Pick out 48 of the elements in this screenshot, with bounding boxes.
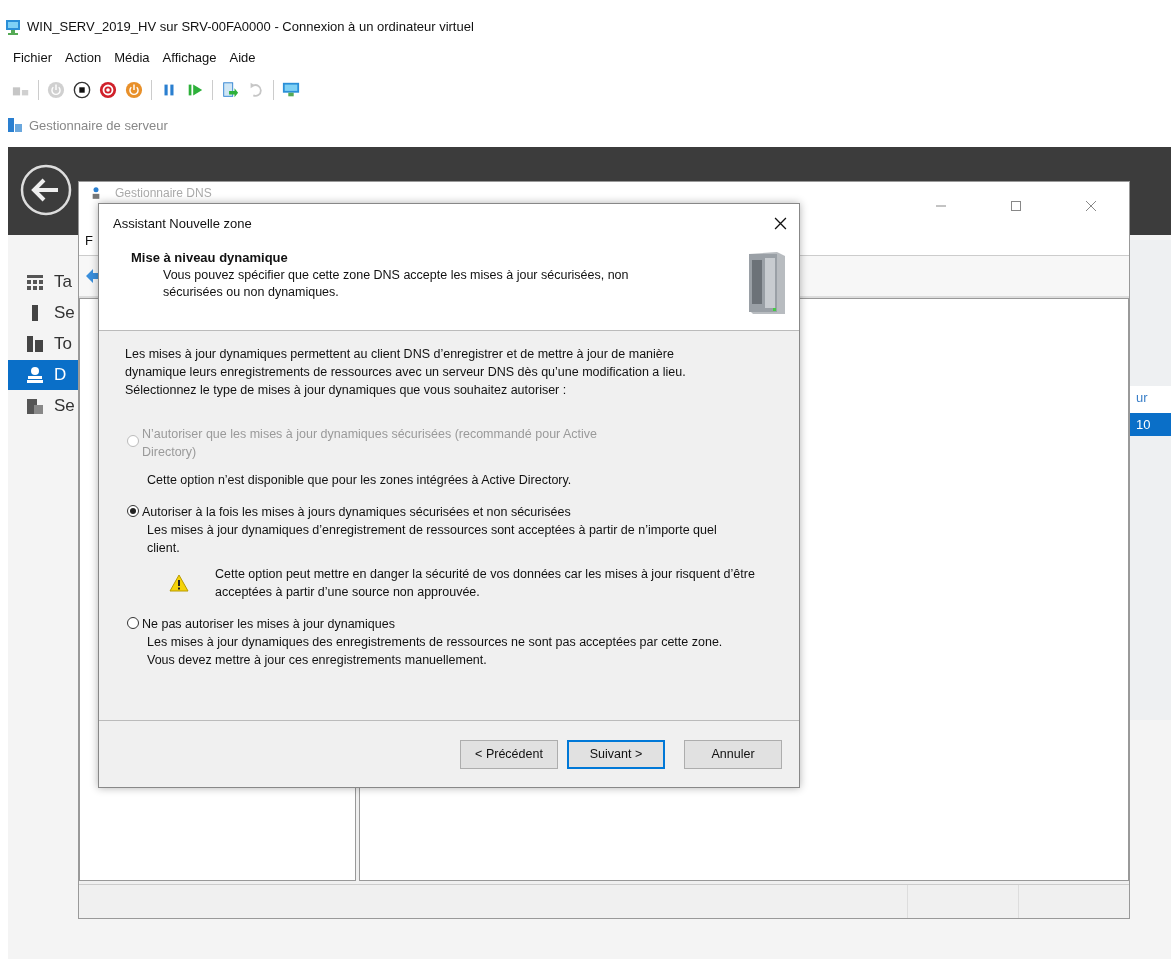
servers-icon [26,335,44,353]
window-title: Gestionnaire DNS [115,186,212,200]
folder-icon [26,397,44,415]
app-title: Gestionnaire de serveur [29,117,168,133]
instruction-text: Sélectionnez le type de mises à jour dynamiques que vous souhaitez autoriser : [125,382,568,399]
sidebar-item[interactable]: Se [8,298,80,328]
monitor-icon[interactable] [282,81,300,99]
dialog-button[interactable]: < Précédent [460,739,558,769]
dialog-title: Assistant Nouvelle zone [113,215,252,231]
monitor-icon [5,18,21,35]
option-label[interactable]: Ne pas autoriser les mises à jour dynamiques [142,615,622,633]
sidebar-item[interactable]: Se [8,391,80,421]
option-description: Les mises à jour dynamiques d’enregistrement de ressources sont acceptées à partir de n’importe quel client. [147,522,718,557]
menu-item[interactable]: Fichier [13,50,52,65]
option-description: Les mises à jour dynamiques des enregistrements de ressources ne sont pas acceptées par cette zone. Vous devez mettre à jour ces enregistrements manuellement. [147,634,724,669]
page-description: Vous pouvez spécifier que cette zone DNS accepte les mises à jour sécurisées, non sécurisées ou non dynamiques. [162,267,630,301]
server-manager-icon [7,117,23,133]
dialog-button[interactable]: Annuler [684,739,782,769]
menu-item[interactable]: F [85,233,93,248]
back-icon[interactable] [20,164,72,216]
menu-item[interactable]: Aide [229,50,256,65]
sidebar-item[interactable]: D [8,360,80,390]
sidebar-item[interactable]: To [8,329,80,359]
grid-icon [26,273,44,291]
warning-icon [169,574,189,592]
radio-button[interactable] [127,505,139,517]
power-icon[interactable] [125,81,143,99]
close-icon[interactable] [774,216,787,230]
instruction-text: Les mises à jour dynamiques permettent au client DNS d’enregistrer et de mettre à jour de manière dynamique leurs enregistrements de ressources avec un serveur DNS dès qu’une modification a lieu. [125,346,687,381]
network-icon [26,366,44,384]
menu-item[interactable]: Affichage [162,50,217,65]
stop-icon[interactable] [73,81,91,99]
ring-icon[interactable] [99,81,117,99]
option-description: Cette option n’est disponible que pour les zones intégrées à Active Directory. [147,472,573,489]
table-cell: 10 [1130,413,1171,436]
radio-button[interactable] [127,617,139,629]
menu-item[interactable]: Action [65,50,102,65]
warning-text: Cette option peut mettre en danger la sécurité de vos données car les mises à jour risquent d’être acceptées à partir d’une source non approuvée. [215,566,755,601]
maximize-icon[interactable] [1010,200,1022,212]
document-icon[interactable] [221,81,239,99]
page-heading: Mise à niveau dynamique [131,250,289,265]
dns-icon [91,186,101,200]
option-label[interactable]: Autoriser à la fois les mises à jours dynamiques sécurisées et non sécurisées [142,503,622,521]
window-title: WIN_SERV_2019_HV sur SRV-00FA0000 - Connexion à un ordinateur virtuel [27,19,474,34]
dialog-button[interactable]: Suivant > [567,739,665,769]
menu-item[interactable]: Média [114,50,150,65]
column-header: ur [1130,386,1171,413]
sidebar-item[interactable]: Ta [8,267,80,297]
